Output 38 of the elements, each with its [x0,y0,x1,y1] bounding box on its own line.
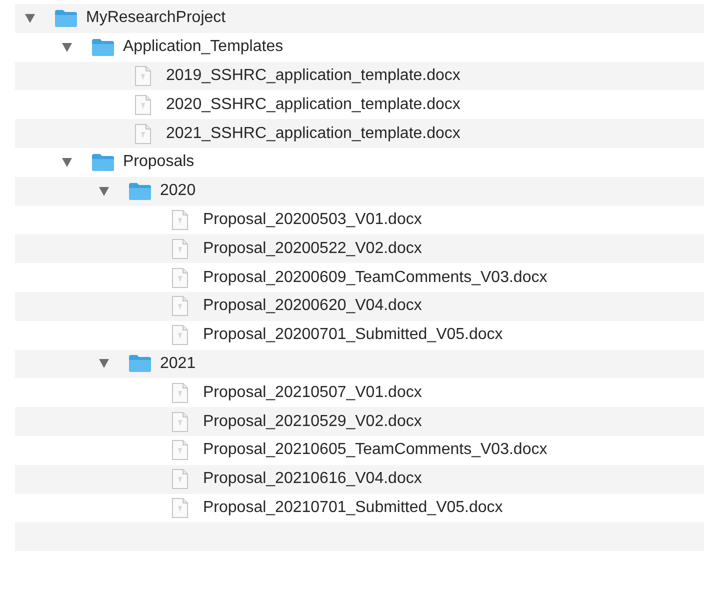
folder-icon [92,38,114,56]
document-icon [172,412,188,432]
disclosure-triangle-icon[interactable] [99,359,109,368]
item-name[interactable]: Proposal_20200522_V02.docx [203,240,422,258]
item-name[interactable]: Proposal_20200609_TeamComments_V03.docx [203,268,548,287]
item-name[interactable]: Proposal_20210701_Submitted_V05.docx [203,498,503,517]
folder-icon [129,355,151,372]
folder-icon [92,154,114,171]
disclosure-triangle-icon[interactable] [25,14,35,23]
document-icon [172,210,188,230]
item-name[interactable]: Proposal_20200701_Submitted_V05.docx [203,326,503,344]
item-name[interactable]: Proposal_20200620_V04.docx [203,297,422,316]
document-icon [135,94,151,115]
item-name[interactable]: Proposal_20200503_V01.docx [203,210,422,229]
item-name[interactable]: 2020_SSHRC_application_template.docx [166,96,460,114]
item-name[interactable]: MyResearchProject [86,9,226,28]
document-icon [172,268,188,288]
disclosure-triangle-icon[interactable] [99,186,109,196]
item-name[interactable]: Proposal_20210616_V04.docx [203,470,422,488]
document-icon [172,498,188,518]
disclosure-triangle-icon[interactable] [62,158,72,167]
item-name[interactable]: Application_Templates [123,38,284,56]
item-name[interactable]: 2020 [160,182,196,200]
document-icon [172,296,188,316]
document-icon [135,124,151,144]
document-icon [172,440,188,460]
folder-icon [129,182,151,200]
item-name[interactable]: Proposal_20210507_V01.docx [203,384,422,402]
item-name[interactable]: Proposals [123,153,194,172]
item-name[interactable]: 2021 [160,354,196,373]
document-icon [172,382,188,403]
document-icon [172,238,188,259]
item-name[interactable]: Proposal_20210605_TeamComments_V03.docx [203,441,548,460]
disclosure-triangle-icon[interactable] [62,42,72,52]
document-icon [172,325,188,346]
document-icon [172,469,188,490]
folder-icon [55,10,77,27]
document-icon [135,66,151,86]
